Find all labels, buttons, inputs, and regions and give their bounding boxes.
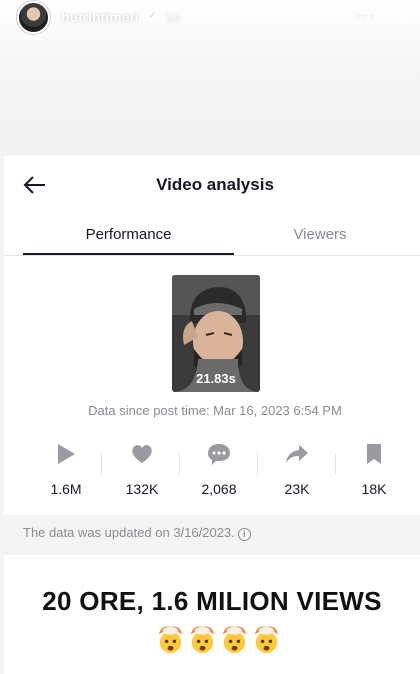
video-duration: 21.83s bbox=[196, 371, 236, 386]
update-note-bar: The data was updated on 3/16/2023. i bbox=[4, 515, 420, 552]
stat-comments: 2,068 bbox=[180, 441, 258, 497]
saves-count: 18K bbox=[361, 481, 387, 497]
post-time-label: Data since post time: Mar 16, 2023 6:54 … bbox=[88, 403, 342, 418]
update-note: The data was updated on 3/16/2023. i bbox=[23, 525, 251, 541]
verified-badge-icon: ✓ bbox=[146, 9, 159, 22]
likes-count: 132K bbox=[125, 481, 159, 497]
story-caption: 20 ORE, 1.6 MILION VIEWS bbox=[42, 586, 382, 616]
stat-saves: 18K bbox=[335, 441, 413, 497]
comments-count: 2,068 bbox=[201, 481, 237, 497]
views-count: 1.6M bbox=[50, 481, 82, 497]
share-icon bbox=[286, 445, 308, 463]
story-time: 1h bbox=[166, 10, 181, 25]
more-options-icon[interactable]: ··· bbox=[355, 6, 376, 27]
close-icon[interactable] bbox=[392, 3, 418, 29]
stats-row: 1.6M 132K 2,068 23K 18K bbox=[23, 441, 412, 501]
tab-divider bbox=[4, 255, 420, 256]
stat-views: 1.6M bbox=[27, 441, 105, 497]
story-header: butrintimeri ✓ 1h ··· bbox=[0, 0, 420, 150]
page-title: Video analysis bbox=[156, 175, 274, 194]
story-username[interactable]: butrintimeri bbox=[61, 9, 139, 25]
heart-icon bbox=[132, 445, 152, 463]
exploding-head-emoji-icon bbox=[254, 626, 279, 654]
exploding-head-emoji-icon bbox=[158, 626, 183, 654]
play-icon bbox=[58, 444, 75, 464]
emoji-row bbox=[155, 623, 283, 655]
tab-viewers[interactable]: Viewers bbox=[214, 226, 420, 243]
video-thumbnail[interactable]: 21.83s bbox=[172, 275, 260, 392]
exploding-head-emoji-icon bbox=[190, 626, 215, 654]
video-analysis-card: Video analysis Performance Viewers 21.83… bbox=[4, 156, 420, 552]
story-caption-box: 20 ORE, 1.6 MILION VIEWS bbox=[4, 555, 420, 674]
avatar[interactable] bbox=[17, 1, 50, 34]
info-icon[interactable]: i bbox=[237, 528, 251, 541]
stat-divider bbox=[101, 453, 102, 475]
update-note-text: The data was updated on 3/16/2023. bbox=[23, 525, 235, 540]
bookmark-icon bbox=[367, 444, 381, 464]
stat-shares: 23K bbox=[258, 441, 336, 497]
tab-performance[interactable]: Performance bbox=[23, 226, 234, 243]
stat-likes: 132K bbox=[103, 441, 181, 497]
exploding-head-emoji-icon bbox=[222, 626, 247, 654]
comment-icon bbox=[208, 444, 230, 465]
shares-count: 23K bbox=[284, 481, 310, 497]
